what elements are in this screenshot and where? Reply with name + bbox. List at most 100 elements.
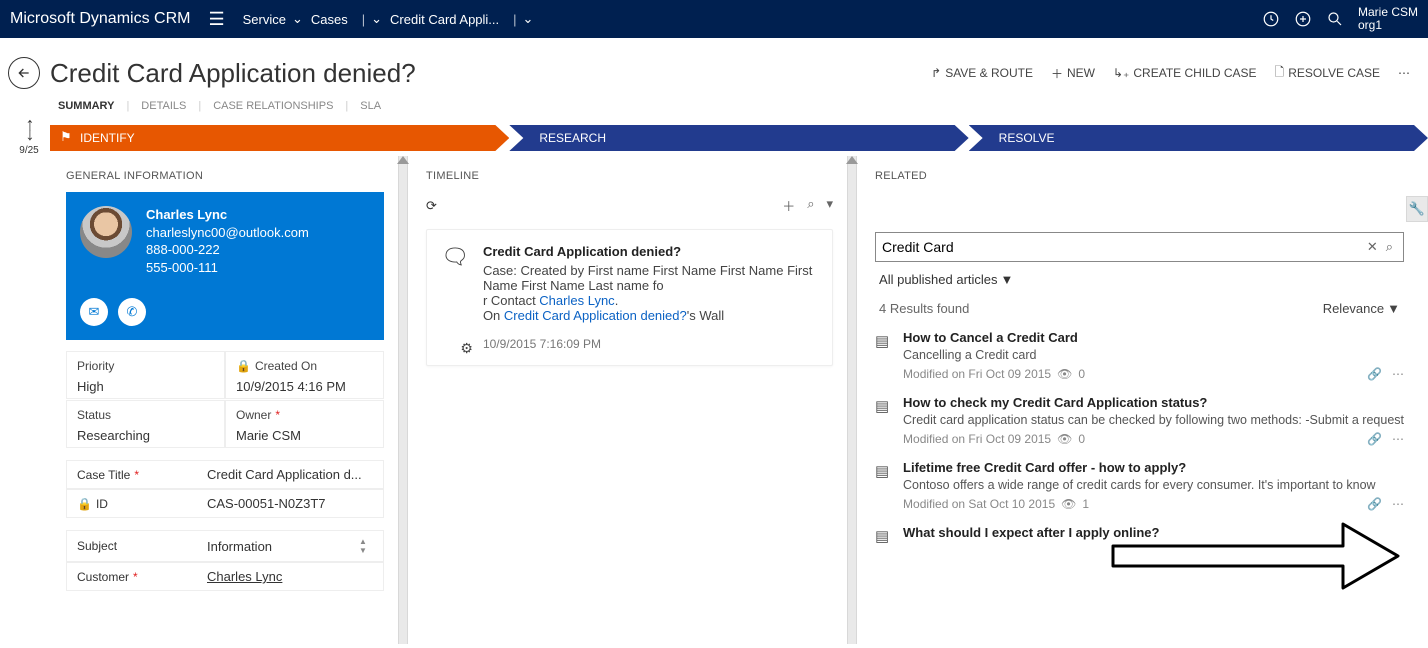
form-tabs: SUMMARY | DETAILS | CASE RELATIONSHIPS |… [0, 96, 1428, 120]
timeline-search-icon[interactable]: ⌕ [807, 196, 814, 215]
add-icon[interactable] [1294, 10, 1312, 28]
stage-research[interactable]: RESEARCH [509, 125, 968, 151]
general-header: GENERAL INFORMATION [66, 170, 384, 182]
search-icon[interactable] [1326, 10, 1344, 28]
contact-name[interactable]: Charles Lync [146, 206, 309, 224]
required-icon: * [133, 570, 138, 584]
contact-email[interactable]: charleslync00@outlook.com [146, 224, 309, 242]
more-icon[interactable]: ⋯ [1392, 367, 1404, 381]
stage-identify[interactable]: IDENTIFY [50, 125, 509, 151]
tab-summary[interactable]: SUMMARY [58, 100, 114, 112]
back-button[interactable] [8, 57, 40, 89]
wrench-icon: 🔧 [1409, 201, 1425, 217]
views-icon: 👁 [1057, 432, 1072, 446]
chevron-down-icon: ▼ [1387, 301, 1400, 316]
kb-item[interactable]: ▤ What should I expect after I apply onl… [875, 525, 1404, 545]
nav-menu-icon[interactable]: ☰ [208, 9, 224, 30]
kb-item[interactable]: ▤ How to Cancel a Credit Card Cancelling… [875, 330, 1404, 381]
chevron-down-icon: ⌄ [371, 11, 382, 27]
timeline-post[interactable]: 🗨⚙ Credit Card Application denied? Case:… [426, 229, 833, 366]
post-timestamp: 10/9/2015 7:16:09 PM [483, 337, 814, 351]
field-priority[interactable]: Priority High [66, 351, 225, 399]
save-route-label: SAVE & ROUTE [945, 66, 1033, 80]
kb-search-input[interactable] [882, 239, 1363, 255]
search-icon[interactable]: ⌕ [1382, 239, 1397, 255]
add-activity-icon[interactable]: ＋ [782, 196, 795, 215]
field-subject[interactable]: Subject Information ▲▼ [66, 530, 384, 562]
contact-phone-2[interactable]: 555-000-111 [146, 259, 309, 277]
contact-card: Charles Lync charleslync00@outlook.com 8… [66, 192, 384, 290]
nav-entity[interactable]: Cases [311, 12, 348, 27]
customer-link[interactable]: Charles Lync [207, 569, 373, 584]
post-icon: 🗨⚙ [441, 244, 469, 351]
filter-icon[interactable]: ▾ [827, 196, 834, 215]
process-nav-vert[interactable]: ↑ ↓ [18, 120, 32, 140]
user-menu[interactable]: Marie CSM org1 [1358, 6, 1418, 32]
chevron-down-icon: ⌄ [292, 11, 303, 27]
more-commands-button[interactable]: ⋯ [1398, 63, 1410, 84]
kb-filter-select[interactable]: All published articles ▼ [879, 272, 1013, 287]
stepper-icon[interactable]: ▲▼ [359, 537, 373, 555]
link-icon[interactable]: 🔗 [1367, 432, 1382, 446]
record-title: Credit Card Application denied? [50, 58, 416, 89]
refresh-icon[interactable]: ⟳ [426, 198, 437, 214]
col-resize-1[interactable] [398, 156, 408, 644]
tab-details[interactable]: DETAILS [141, 100, 186, 112]
create-child-case-button[interactable]: ↳₊ CREATE CHILD CASE [1113, 63, 1257, 84]
resolve-case-button[interactable]: 🗋 RESOLVE CASE [1275, 63, 1380, 84]
field-owner[interactable]: Owner * Marie CSM [225, 400, 384, 448]
more-icon[interactable]: ⋯ [1392, 432, 1404, 446]
chevron-down-icon: ⌄ [523, 11, 534, 27]
field-customer[interactable]: Customer * Charles Lync [66, 562, 384, 591]
col-general: GENERAL INFORMATION Charles Lync charles… [48, 156, 398, 644]
new-button[interactable]: ＋ NEW [1051, 63, 1095, 84]
post-contact-link[interactable]: Charles Lync [539, 293, 614, 308]
recent-icon[interactable] [1262, 10, 1280, 28]
kb-item[interactable]: ▤ Lifetime free Credit Card offer - how … [875, 460, 1404, 511]
process-counter: 9/25 [5, 145, 45, 156]
article-icon: ▤ [875, 460, 891, 511]
lock-icon: 🔒 [236, 359, 251, 373]
brand[interactable]: Microsoft Dynamics CRM [10, 10, 190, 28]
mail-icon: ✉ [89, 304, 100, 320]
results-count: 4 Results found [879, 301, 969, 316]
user-org: org1 [1358, 19, 1418, 32]
process-row: ↑ ↓ 9/25 IDENTIFY RESEARCH RESOLVE [0, 120, 1428, 156]
contact-phone-1[interactable]: 888-000-222 [146, 241, 309, 259]
nav-entity-chevron[interactable]: ⌄ [371, 11, 382, 27]
tab-case-relationships[interactable]: CASE RELATIONSHIPS [213, 100, 333, 112]
email-button[interactable]: ✉ [80, 298, 108, 326]
nav-area[interactable]: Service ⌄ [243, 11, 303, 27]
nav-divider: | [513, 12, 516, 27]
clear-icon[interactable]: ✕ [1363, 239, 1382, 255]
post-title: Credit Card Application denied? [483, 244, 814, 259]
related-header: RELATED [875, 170, 1404, 182]
save-route-button[interactable]: ↱ SAVE & ROUTE [931, 63, 1033, 84]
new-label: NEW [1067, 66, 1095, 80]
field-id: 🔒ID CAS-00051-N0Z3T7 [66, 489, 384, 518]
collapse-related-button[interactable]: 🔧 [1406, 196, 1428, 222]
field-case-title[interactable]: Case Title * Credit Card Application d..… [66, 460, 384, 489]
arrow-down-icon: ↓ [26, 130, 35, 140]
article-icon: ▤ [875, 330, 891, 381]
contact-avatar[interactable] [80, 206, 132, 258]
link-icon[interactable]: 🔗 [1367, 497, 1382, 511]
link-icon[interactable]: 🔗 [1367, 367, 1382, 381]
kb-item[interactable]: ▤ How to check my Credit Card Applicatio… [875, 395, 1404, 446]
nav-record-chevron[interactable]: ⌄ [523, 11, 534, 27]
kb-search[interactable]: ✕ ⌕ [875, 232, 1404, 262]
tab-sla[interactable]: SLA [360, 100, 381, 112]
kb-sort-select[interactable]: Relevance ▼ [1323, 301, 1400, 316]
stage-resolve[interactable]: RESOLVE [969, 125, 1428, 151]
views-icon: 👁 [1061, 497, 1076, 511]
col-resize-2[interactable] [847, 156, 857, 644]
field-status[interactable]: Status Researching [66, 400, 225, 448]
gear-icon: ⚙ [460, 340, 473, 357]
post-wall-link[interactable]: Credit Card Application denied? [504, 308, 687, 323]
route-icon: ↱ [931, 66, 941, 80]
more-icon[interactable]: ⋯ [1392, 497, 1404, 511]
phone-button[interactable]: ✆ [118, 298, 146, 326]
nav-record[interactable]: Credit Card Appli... [390, 12, 499, 27]
article-icon: ▤ [875, 395, 891, 446]
timeline-header: TIMELINE [426, 170, 479, 182]
